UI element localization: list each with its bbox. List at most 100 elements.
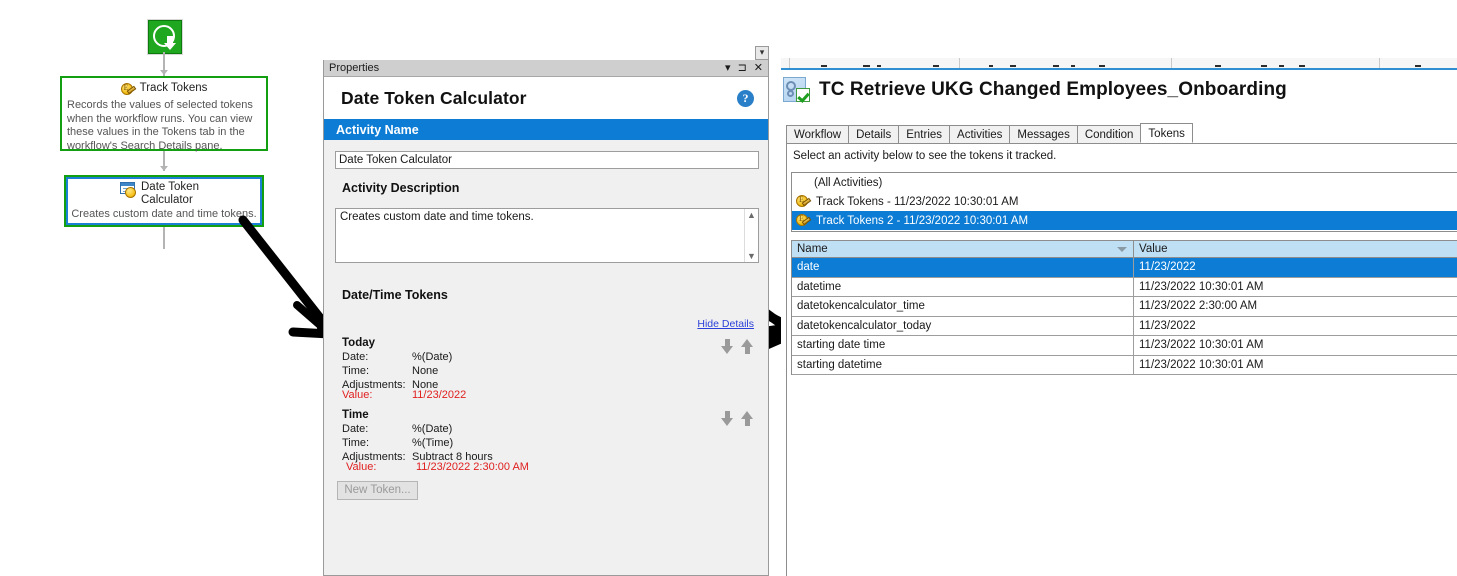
sort-descending-caret-icon bbox=[1117, 247, 1127, 252]
tab-entries[interactable]: Entries bbox=[898, 125, 951, 143]
tab-condition[interactable]: Condition bbox=[1076, 125, 1142, 143]
scroll-down-icon[interactable]: ▼ bbox=[747, 251, 756, 261]
tokens-grid: Name Value date 11/23/2022 datetime 11/2… bbox=[791, 240, 1457, 375]
tab-tokens[interactable]: Tokens bbox=[1140, 123, 1193, 143]
token-value-label: Value: bbox=[342, 389, 373, 401]
track-tokens-icon bbox=[796, 194, 812, 210]
grid-header-row: Name Value bbox=[792, 241, 1457, 258]
table-row[interactable]: starting datetime 11/23/2022 10:30:01 AM bbox=[792, 355, 1457, 375]
cell-name: starting datetime bbox=[792, 355, 1134, 374]
tab-activities[interactable]: Activities bbox=[949, 125, 1011, 143]
cell-name: datetokencalculator_today bbox=[792, 316, 1134, 335]
token-block-today: Today Date: %(Date) Time: None Adjustmen… bbox=[342, 336, 466, 402]
cutoff-toolbar-strip bbox=[781, 58, 1457, 70]
token-date-value: %(Date) bbox=[412, 423, 453, 435]
column-header-value-label: Value bbox=[1139, 243, 1168, 255]
activity-list-item[interactable]: (All Activities) bbox=[792, 173, 1457, 192]
workflow-check-icon bbox=[783, 77, 810, 103]
page-title: Date Token Calculator bbox=[341, 87, 527, 108]
new-token-button[interactable]: New Token... bbox=[337, 481, 418, 500]
cell-name: datetokencalculator_time bbox=[792, 297, 1134, 316]
activity-description-textarea[interactable]: Creates custom date and time tokens. ▲ ▼ bbox=[335, 208, 759, 263]
panel-autohide-button[interactable]: ▾ bbox=[755, 46, 769, 60]
move-up-icon[interactable] bbox=[741, 339, 754, 354]
panel-title: Properties bbox=[329, 62, 380, 74]
arrow-head bbox=[164, 43, 176, 50]
tab-messages[interactable]: Messages bbox=[1009, 125, 1078, 143]
activity-label: Track Tokens 2 - 11/23/2022 10:30:01 AM bbox=[816, 214, 1029, 227]
table-row[interactable]: datetokencalculator_today 11/23/2022 bbox=[792, 316, 1457, 336]
table-row[interactable]: datetokencalculator_time 11/23/2022 2:30… bbox=[792, 297, 1457, 317]
token-reorder-controls-today bbox=[721, 339, 754, 354]
tab-strip-filler bbox=[1192, 142, 1457, 143]
chevron-down-icon[interactable]: ▾ bbox=[725, 62, 731, 74]
token-time-label: Time: bbox=[342, 437, 370, 449]
cell-value: 11/23/2022 10:30:01 AM bbox=[1139, 339, 1264, 352]
activity-name-input[interactable] bbox=[335, 151, 759, 169]
strip-rule bbox=[781, 68, 1457, 70]
activity-list-item[interactable]: Track Tokens 2 - 11/23/2022 10:30:01 AM bbox=[792, 211, 1457, 230]
token-block-time: Time Date: %(Date) Time: %(Time) Adjustm… bbox=[342, 408, 529, 474]
table-row[interactable]: starting date time 11/23/2022 10:30:01 A… bbox=[792, 336, 1457, 356]
cell-value: 11/23/2022 bbox=[1139, 319, 1196, 332]
cell-value: 11/23/2022 10:30:01 AM bbox=[1139, 358, 1264, 371]
column-header-name[interactable]: Name bbox=[792, 241, 1134, 257]
token-time-value: None bbox=[412, 365, 439, 377]
hide-details-link[interactable]: Hide Details bbox=[697, 318, 754, 330]
workflow-node-date-token-calculator[interactable]: Date Token Calculator Creates custom date… bbox=[64, 175, 264, 227]
panel-titlebar-buttons: ▾ ⊐ ✕ bbox=[725, 62, 768, 74]
token-value-value: 11/23/2022 2:30:00 AM bbox=[416, 461, 529, 473]
tokens-pane: Select an activity below to see the toke… bbox=[786, 144, 1457, 576]
token-date-label: Date: bbox=[342, 351, 369, 363]
token-name: Today bbox=[342, 337, 376, 349]
section-activity-name: Activity Name bbox=[324, 119, 768, 140]
token-date-row: Date: %(Date) bbox=[342, 350, 466, 364]
date-token-calculator-icon bbox=[120, 182, 137, 198]
cell-value: 11/23/2022 bbox=[1139, 261, 1196, 274]
connector-arrow bbox=[160, 70, 168, 75]
pin-icon[interactable]: ⊐ bbox=[738, 62, 747, 74]
properties-content: Activity Description Creates custom date… bbox=[324, 140, 768, 575]
workflow-start-icon[interactable] bbox=[148, 20, 182, 54]
token-date-label: Date: bbox=[342, 423, 369, 435]
token-value-label: Value: bbox=[346, 461, 377, 473]
close-icon[interactable]: ✕ bbox=[754, 62, 763, 74]
node-title: Date Token Calculator bbox=[141, 181, 199, 206]
token-value-row: Value: 11/23/2022 2:30:00 AM bbox=[346, 460, 529, 474]
workflow-canvas: Track Tokens Records the values of selec… bbox=[0, 0, 322, 576]
help-circle-icon[interactable]: ? bbox=[737, 89, 754, 107]
properties-titlebar: Properties ▾ ⊐ ✕ bbox=[324, 60, 768, 77]
node-header: Track Tokens bbox=[62, 78, 266, 98]
activity-label: (All Activities) bbox=[814, 176, 883, 189]
token-name: Time bbox=[342, 409, 369, 421]
table-row[interactable]: date 11/23/2022 bbox=[792, 258, 1457, 278]
column-header-value[interactable]: Value bbox=[1134, 241, 1457, 257]
description-scrollbar[interactable]: ▲ ▼ bbox=[744, 209, 758, 262]
tab-workflow[interactable]: Workflow bbox=[786, 125, 850, 143]
connector-arrow bbox=[160, 166, 168, 171]
token-reorder-controls-time bbox=[721, 411, 754, 426]
screenshot-root: Track Tokens Records the values of selec… bbox=[0, 0, 1457, 576]
track-tokens-icon bbox=[120, 83, 136, 98]
cell-name: date bbox=[792, 258, 1134, 277]
section-datetime-tokens: Date/Time Tokens bbox=[342, 288, 448, 302]
activity-list-item[interactable]: Track Tokens - 11/23/2022 10:30:01 AM bbox=[792, 192, 1457, 211]
node-title: Track Tokens bbox=[139, 82, 208, 94]
download-arrow-icon bbox=[153, 25, 176, 50]
activity-label: Track Tokens - 11/23/2022 10:30:01 AM bbox=[816, 195, 1019, 208]
workflow-node-track-tokens[interactable]: Track Tokens Records the values of selec… bbox=[60, 76, 268, 152]
move-down-icon[interactable] bbox=[721, 411, 734, 426]
track-tokens-icon bbox=[796, 213, 812, 229]
activity-list[interactable]: (All Activities) Track Tokens - 11/23/20… bbox=[791, 172, 1457, 232]
workflow-title: TC Retrieve UKG Changed Employees_Onboar… bbox=[819, 79, 1287, 100]
token-time-row: Time: %(Time) bbox=[342, 436, 529, 450]
tab-details[interactable]: Details bbox=[848, 125, 900, 143]
scroll-up-icon[interactable]: ▲ bbox=[747, 210, 756, 220]
move-down-icon[interactable] bbox=[721, 339, 734, 354]
table-row[interactable]: datetime 11/23/2022 10:30:01 AM bbox=[792, 277, 1457, 297]
token-date-value: %(Date) bbox=[412, 351, 453, 363]
token-value-value: 11/23/2022 bbox=[412, 389, 467, 401]
token-date-row: Date: %(Date) bbox=[342, 422, 529, 436]
move-up-icon[interactable] bbox=[741, 411, 754, 426]
column-header-name-label: Name bbox=[797, 243, 828, 255]
